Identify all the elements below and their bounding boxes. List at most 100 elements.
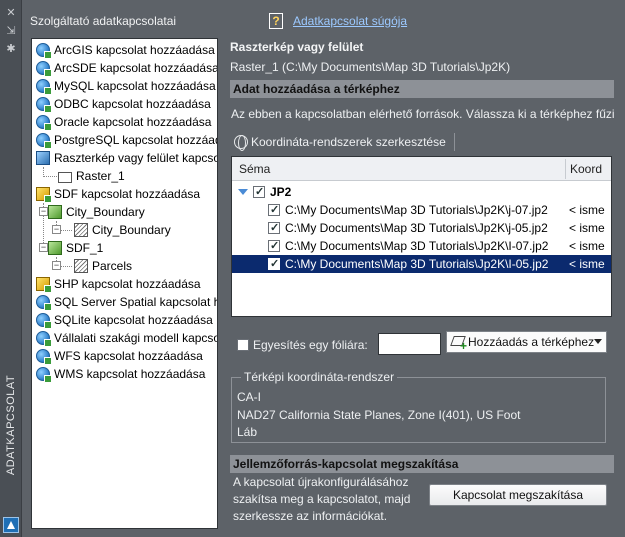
raster-icon bbox=[36, 151, 50, 165]
coordinate-system-legend: Térképi koordináta-rendszer bbox=[241, 370, 398, 384]
tree-item-label: Raster_1 bbox=[76, 169, 125, 183]
globe-icon bbox=[234, 135, 248, 151]
row-path: C:\My Documents\Map 3D Tutorials\Jp2K\I-… bbox=[285, 257, 549, 271]
tree-item-label: SDF kapcsolat hozzáadása bbox=[54, 187, 201, 201]
provider-globe-icon bbox=[36, 313, 52, 329]
layer-name-input[interactable] bbox=[378, 333, 441, 355]
grid-row[interactable]: C:\My Documents\Map 3D Tutorials\Jp2K\I-… bbox=[232, 255, 611, 273]
chevron-down-icon[interactable] bbox=[594, 339, 602, 344]
tree-item-label: Vállalati szakági modell kapcso bbox=[54, 331, 218, 345]
tree-item[interactable]: WMS kapcsolat hozzáadása bbox=[36, 365, 205, 383]
tree-item[interactable]: MySQL kapcsolat hozzáadása bbox=[36, 77, 216, 95]
tree-collapse-toggle[interactable]: − bbox=[39, 243, 48, 252]
provider-globe-icon bbox=[36, 349, 52, 365]
coordinate-system-unit: Láb bbox=[237, 425, 258, 439]
tree-item-label: SQLite kapcsolat hozzáadása bbox=[54, 313, 213, 327]
help-icon[interactable]: ? bbox=[269, 13, 283, 29]
tree-item[interactable]: ODBC kapcsolat hozzáadása bbox=[36, 95, 211, 113]
tree-item-label: SHP kapcsolat hozzáadása bbox=[54, 277, 201, 291]
tree-item[interactable]: SDF_1 bbox=[48, 239, 103, 257]
tree-item-label: SQL Server Spatial kapcsolat h bbox=[54, 295, 218, 309]
tree-collapse-toggle[interactable]: − bbox=[52, 261, 61, 270]
app-logo-icon bbox=[3, 517, 19, 533]
grid-header: Séma Koord bbox=[232, 157, 611, 181]
disconnect-button[interactable]: Kapcsolat megszakítása bbox=[429, 484, 607, 506]
row-coord: < isme bbox=[569, 239, 605, 253]
tree-item[interactable]: SDF kapcsolat hozzáadása bbox=[36, 185, 200, 203]
provider-globe-icon bbox=[36, 133, 52, 149]
tree-item-label: Raszterkép vagy felület kapcsol bbox=[54, 151, 218, 165]
connection-source-value: Raster_1 (C:\My Documents\Map 3D Tutoria… bbox=[230, 60, 511, 74]
tree-item[interactable]: Raszterkép vagy felület kapcsol bbox=[36, 149, 218, 167]
tree-item[interactable]: SQL Server Spatial kapcsolat h bbox=[36, 293, 218, 311]
tree-item[interactable]: SQLite kapcsolat hozzáadása bbox=[36, 311, 213, 329]
column-coord[interactable]: Koord bbox=[570, 162, 602, 176]
tree-item[interactable]: Parcels bbox=[74, 257, 132, 275]
feature-icon bbox=[74, 223, 88, 237]
add-to-map-button[interactable]: Hozzáadás a térképhez bbox=[446, 331, 607, 353]
provider-globe-icon bbox=[36, 331, 52, 347]
tree-item[interactable]: City_Boundary bbox=[48, 203, 145, 221]
tree-item-label: WFS kapcsolat hozzáadása bbox=[54, 349, 203, 363]
provider-globe-icon bbox=[36, 79, 52, 95]
palette-title: ADATKAPCSOLAT bbox=[5, 374, 17, 476]
row-path: C:\My Documents\Map 3D Tutorials\Jp2K\j-… bbox=[285, 203, 548, 217]
add-layer-icon bbox=[451, 335, 467, 353]
disconnect-section-header: Jellemzőforrás-kapcsolat megszakítása bbox=[230, 455, 614, 473]
merge-row: Egyesítés egy fóliára: bbox=[237, 334, 368, 356]
tree-item[interactable]: City_Boundary bbox=[74, 221, 171, 239]
group-checkbox[interactable] bbox=[253, 183, 265, 201]
folder-icon bbox=[58, 171, 72, 183]
provider-globe-icon bbox=[36, 97, 52, 113]
provider-globe-icon bbox=[36, 43, 52, 59]
row-path: C:\My Documents\Map 3D Tutorials\Jp2K\I-… bbox=[285, 239, 549, 253]
tree-item[interactable]: ArcSDE kapcsolat hozzáadása bbox=[36, 59, 218, 77]
tree-collapse-toggle[interactable]: − bbox=[52, 225, 61, 234]
merge-label: Egyesítés egy fóliára: bbox=[253, 338, 368, 352]
toolbar-separator bbox=[453, 133, 455, 151]
expand-arrow-icon[interactable] bbox=[238, 189, 248, 195]
provider-globe-icon bbox=[36, 115, 52, 131]
tree-item[interactable]: Vállalati szakági modell kapcso bbox=[36, 329, 218, 347]
tree-item[interactable]: WFS kapcsolat hozzáadása bbox=[36, 347, 203, 365]
disconnect-description: A kapcsolat újrakonfigurálásához szakíts… bbox=[233, 475, 411, 523]
feature-class-icon bbox=[48, 205, 62, 219]
feature-icon bbox=[74, 259, 88, 273]
tree-item-label: MySQL kapcsolat hozzáadása bbox=[54, 79, 216, 93]
provider-tree[interactable]: − − − − ArcGIS kapcsolat hozzáadása ArcSDE ka… bbox=[31, 38, 218, 529]
row-checkbox[interactable] bbox=[268, 201, 280, 219]
tree-item[interactable]: Raster_1 bbox=[58, 167, 125, 185]
schema-grid[interactable]: Séma Koord JP2 C:\My Documents\Map 3D Tu… bbox=[231, 156, 612, 317]
group-row-jp2[interactable]: JP2 bbox=[232, 183, 611, 201]
help-link-row: ? Adatkapcsolat súgója bbox=[269, 13, 407, 29]
merge-checkbox[interactable] bbox=[237, 339, 249, 351]
close-icon[interactable]: ✕ bbox=[4, 6, 18, 20]
tree-item-label: City_Boundary bbox=[92, 223, 171, 237]
tree-item[interactable]: Oracle kapcsolat hozzáadása bbox=[36, 113, 211, 131]
tree-item-label: ODBC kapcsolat hozzáadása bbox=[54, 97, 211, 111]
grid-row[interactable]: C:\My Documents\Map 3D Tutorials\Jp2K\j-… bbox=[232, 219, 611, 237]
sdf-cube-icon bbox=[36, 277, 52, 293]
tree-collapse-toggle[interactable]: − bbox=[39, 207, 48, 216]
row-checkbox[interactable] bbox=[268, 255, 280, 273]
tree-item[interactable]: PostgreSQL kapcsolat hozzáad bbox=[36, 131, 217, 149]
group-label: JP2 bbox=[270, 185, 292, 199]
tree-item[interactable]: ArcGIS kapcsolat hozzáadása bbox=[36, 41, 215, 59]
provider-globe-icon bbox=[36, 295, 52, 311]
autohide-icon[interactable]: ⇲ bbox=[4, 24, 18, 38]
grid-row[interactable]: C:\My Documents\Map 3D Tutorials\Jp2K\j-… bbox=[232, 201, 611, 219]
column-schema[interactable]: Séma bbox=[239, 162, 270, 176]
connection-type-heading: Raszterkép vagy felület bbox=[230, 40, 364, 54]
tree-item-label: Parcels bbox=[92, 259, 133, 273]
tree-item-label: SDF_1 bbox=[66, 241, 104, 255]
row-checkbox[interactable] bbox=[268, 237, 280, 255]
grid-row[interactable]: C:\My Documents\Map 3D Tutorials\Jp2K\I-… bbox=[232, 237, 611, 255]
edit-coordinate-systems-button[interactable]: Koordináta-rendszerek szerkesztése bbox=[234, 132, 455, 152]
add-data-description: Az ebben a kapcsolatban elérhető forráso… bbox=[231, 107, 615, 121]
palette-titlebar: ✕ ⇲ ✱ ADATKAPCSOLAT bbox=[0, 0, 22, 537]
tree-item[interactable]: SHP kapcsolat hozzáadása bbox=[36, 275, 201, 293]
gear-icon[interactable]: ✱ bbox=[4, 42, 18, 56]
help-link[interactable]: Adatkapcsolat súgója bbox=[293, 14, 407, 28]
tree-item-label: ArcSDE kapcsolat hozzáadása bbox=[54, 61, 218, 75]
row-checkbox[interactable] bbox=[268, 219, 280, 237]
